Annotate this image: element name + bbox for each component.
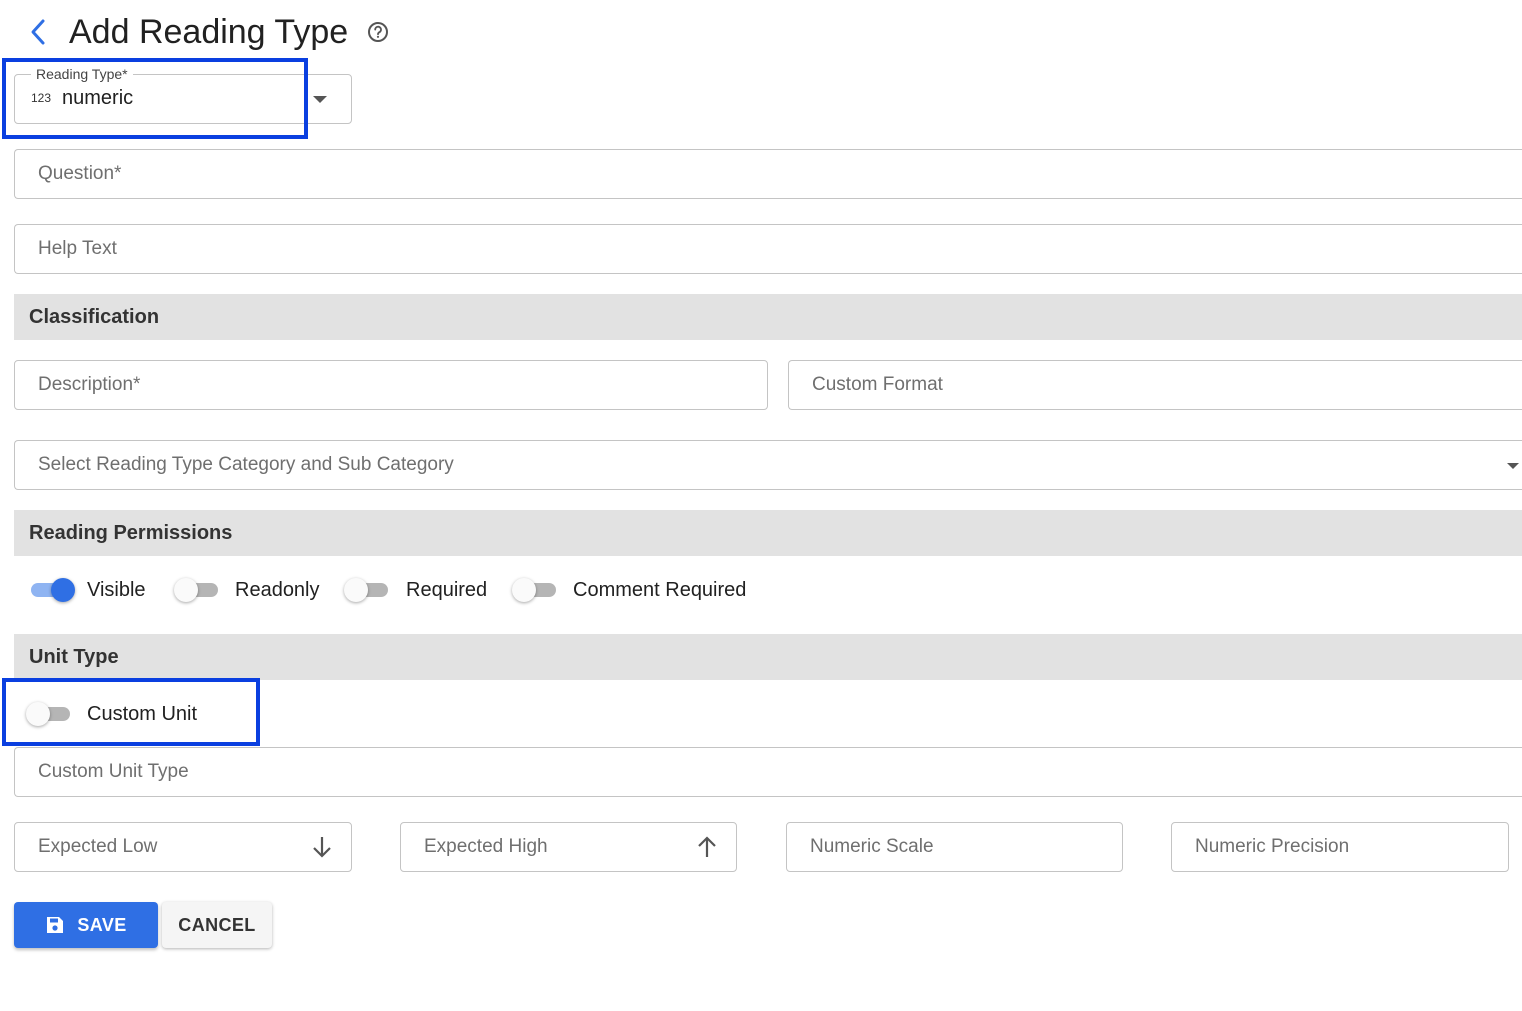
add-reading-type-page: Add Reading Type Reading Type* 123 numer…	[0, 0, 1522, 1011]
readonly-toggle[interactable]: Readonly	[174, 577, 320, 603]
description-field[interactable]: Description*	[14, 360, 768, 410]
description-placeholder: Description*	[38, 374, 141, 395]
readonly-switch[interactable]	[174, 577, 220, 603]
caret-down-icon	[313, 96, 327, 103]
custom-unit-toggle[interactable]: Custom Unit	[26, 701, 197, 727]
required-switch[interactable]	[344, 577, 390, 603]
back-button[interactable]	[22, 14, 54, 50]
custom-format-placeholder: Custom Format	[812, 374, 943, 395]
expected-low-field[interactable]: Expected Low	[14, 822, 352, 872]
reading-permissions-section-header: Reading Permissions	[14, 510, 1522, 556]
custom-unit-type-field[interactable]: Custom Unit Type	[14, 747, 1522, 797]
save-icon	[45, 915, 65, 935]
save-button[interactable]: SAVE	[14, 902, 158, 948]
category-placeholder: Select Reading Type Category and Sub Cat…	[38, 454, 454, 475]
arrow-up-icon	[698, 836, 716, 857]
unit-type-section-header: Unit Type	[14, 634, 1522, 680]
arrow-down-icon	[313, 837, 331, 858]
custom-format-field[interactable]: Custom Format	[788, 360, 1522, 410]
required-toggle[interactable]: Required	[344, 577, 487, 603]
classification-section-header: Classification	[14, 294, 1522, 340]
reading-type-select[interactable]: Reading Type* 123 numeric	[14, 66, 352, 124]
numeric-123-icon: 123	[31, 91, 52, 105]
help-text-placeholder: Help Text	[38, 238, 117, 259]
category-select[interactable]: Select Reading Type Category and Sub Cat…	[14, 440, 1522, 490]
help-text-field[interactable]: Help Text	[14, 224, 1522, 274]
readonly-label: Readonly	[235, 578, 320, 601]
custom-unit-switch[interactable]	[26, 701, 72, 727]
chevron-left-icon	[31, 19, 45, 45]
custom-unit-type-placeholder: Custom Unit Type	[38, 761, 189, 782]
caret-down-icon	[1507, 463, 1519, 469]
comment-required-toggle[interactable]: Comment Required	[512, 577, 746, 603]
question-placeholder: Question*	[38, 163, 122, 184]
comment-required-switch[interactable]	[512, 577, 558, 603]
numeric-precision-placeholder: Numeric Precision	[1195, 836, 1350, 857]
visible-label: Visible	[87, 578, 146, 601]
reading-type-label: Reading Type*	[31, 66, 133, 82]
expected-high-placeholder: Expected High	[424, 836, 548, 857]
expected-low-placeholder: Expected Low	[38, 836, 158, 857]
question-field[interactable]: Question*	[14, 149, 1522, 199]
cancel-button[interactable]: CANCEL	[162, 902, 272, 948]
reading-type-value: numeric	[62, 87, 134, 109]
visible-toggle[interactable]: Visible	[29, 577, 146, 603]
save-label: SAVE	[77, 914, 127, 935]
cancel-label: CANCEL	[178, 914, 256, 935]
numeric-precision-field[interactable]: Numeric Precision	[1171, 822, 1509, 872]
visible-switch[interactable]	[29, 577, 75, 603]
required-label: Required	[406, 578, 488, 601]
numeric-scale-field[interactable]: Numeric Scale	[786, 822, 1123, 872]
custom-unit-label: Custom Unit	[87, 702, 198, 725]
numeric-scale-placeholder: Numeric Scale	[810, 836, 934, 857]
help-icon[interactable]	[367, 21, 389, 43]
comment-required-label: Comment Required	[573, 578, 747, 601]
expected-high-field[interactable]: Expected High	[400, 822, 737, 872]
page-title: Add Reading Type	[69, 13, 349, 51]
